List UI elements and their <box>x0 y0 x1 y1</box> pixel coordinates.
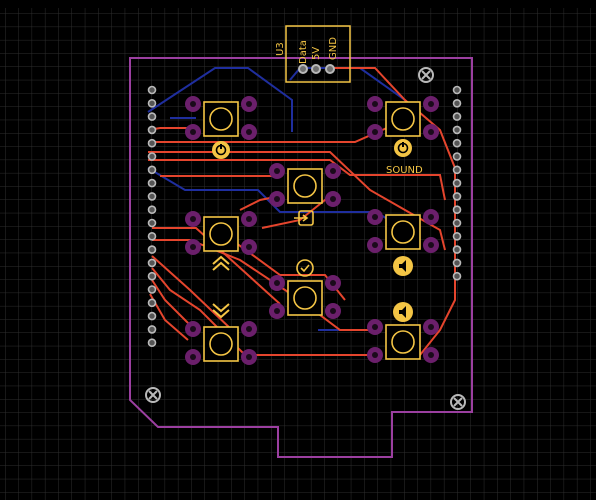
switch-body <box>385 214 421 250</box>
pin-5v[interactable] <box>311 64 321 74</box>
header-pin[interactable] <box>147 165 157 175</box>
header-pin[interactable] <box>147 112 157 121</box>
header-pin[interactable] <box>147 325 157 334</box>
pad-hole <box>428 129 434 135</box>
header-pin[interactable] <box>147 125 157 135</box>
pcb-canvas[interactable]: U3 Data 5V GND SOUND <box>0 0 596 500</box>
pad-hole <box>428 242 434 248</box>
pad-hole <box>190 129 196 135</box>
switch-body <box>287 168 323 204</box>
pad-hole <box>330 280 336 286</box>
header-pin[interactable] <box>147 232 157 241</box>
pad-hole <box>428 101 434 107</box>
header-pin[interactable] <box>452 245 462 254</box>
header-pin[interactable] <box>452 271 462 281</box>
pad-hole <box>428 214 434 220</box>
pad-hole <box>428 352 434 358</box>
pad-hole <box>190 101 196 107</box>
switch-body <box>203 101 239 137</box>
switch-body <box>287 280 323 316</box>
right-header <box>452 85 462 281</box>
header-pin[interactable] <box>452 165 462 175</box>
power-icon <box>394 139 412 157</box>
switch-body <box>385 101 421 137</box>
header-pin[interactable] <box>452 205 462 214</box>
pad-hole <box>274 308 280 314</box>
header-pin[interactable] <box>452 232 462 241</box>
header-pin[interactable] <box>452 192 462 201</box>
header-pin[interactable] <box>147 285 157 294</box>
pad-hole <box>246 216 252 222</box>
header-pin[interactable] <box>452 99 462 108</box>
pad-hole <box>274 168 280 174</box>
pad-hole <box>190 354 196 360</box>
header-pin[interactable] <box>147 205 157 214</box>
pad-hole <box>274 196 280 202</box>
pad-hole <box>246 101 252 107</box>
pad-hole <box>330 308 336 314</box>
header-pin[interactable] <box>147 258 157 268</box>
header-pin[interactable] <box>147 192 157 201</box>
sound-label: SOUND <box>386 165 423 176</box>
pad-hole <box>372 324 378 330</box>
speaker-icon <box>393 302 413 322</box>
header-pin[interactable] <box>147 271 157 281</box>
pin-data[interactable] <box>298 64 308 74</box>
header-pin[interactable] <box>452 112 462 121</box>
header-pin[interactable] <box>147 152 157 161</box>
header-pin[interactable] <box>147 178 157 188</box>
pin-label-5v: 5V <box>311 47 322 60</box>
pad-hole <box>246 129 252 135</box>
switch-body <box>385 324 421 360</box>
pin-label-gnd: GND <box>328 37 339 60</box>
header-pin[interactable] <box>452 138 462 148</box>
header-pin[interactable] <box>452 178 462 188</box>
pad-hole <box>246 326 252 332</box>
connector-ref: U3 <box>275 42 286 56</box>
header-pin[interactable] <box>452 85 462 95</box>
pad-hole <box>190 244 196 250</box>
switch-body <box>203 326 239 362</box>
header-pin[interactable] <box>452 125 462 135</box>
header-pin[interactable] <box>147 298 157 308</box>
pad-hole <box>330 168 336 174</box>
pin-label-data: Data <box>298 40 309 64</box>
pad-hole <box>246 354 252 360</box>
pad-hole <box>274 280 280 286</box>
pad-hole <box>372 214 378 220</box>
pin-gnd[interactable] <box>325 64 335 74</box>
header-pin[interactable] <box>452 152 462 161</box>
pad-hole <box>190 326 196 332</box>
header-pin[interactable] <box>147 218 157 228</box>
header-pin[interactable] <box>452 258 462 268</box>
speaker-icon <box>393 256 413 276</box>
header-pin[interactable] <box>147 138 157 148</box>
pad-hole <box>372 101 378 107</box>
header-pin[interactable] <box>147 311 157 321</box>
pad-hole <box>428 324 434 330</box>
pad-hole <box>372 129 378 135</box>
pad-hole <box>372 352 378 358</box>
header-pin[interactable] <box>147 85 157 95</box>
pad-hole <box>190 216 196 222</box>
power-icon <box>212 141 230 159</box>
switch-body <box>203 216 239 252</box>
pad-hole <box>246 244 252 250</box>
header-pin[interactable] <box>147 99 157 108</box>
header-pin[interactable] <box>147 338 157 348</box>
pad-hole <box>330 196 336 202</box>
header-pin[interactable] <box>452 218 462 228</box>
pad-hole <box>372 242 378 248</box>
header-pin[interactable] <box>147 245 157 254</box>
